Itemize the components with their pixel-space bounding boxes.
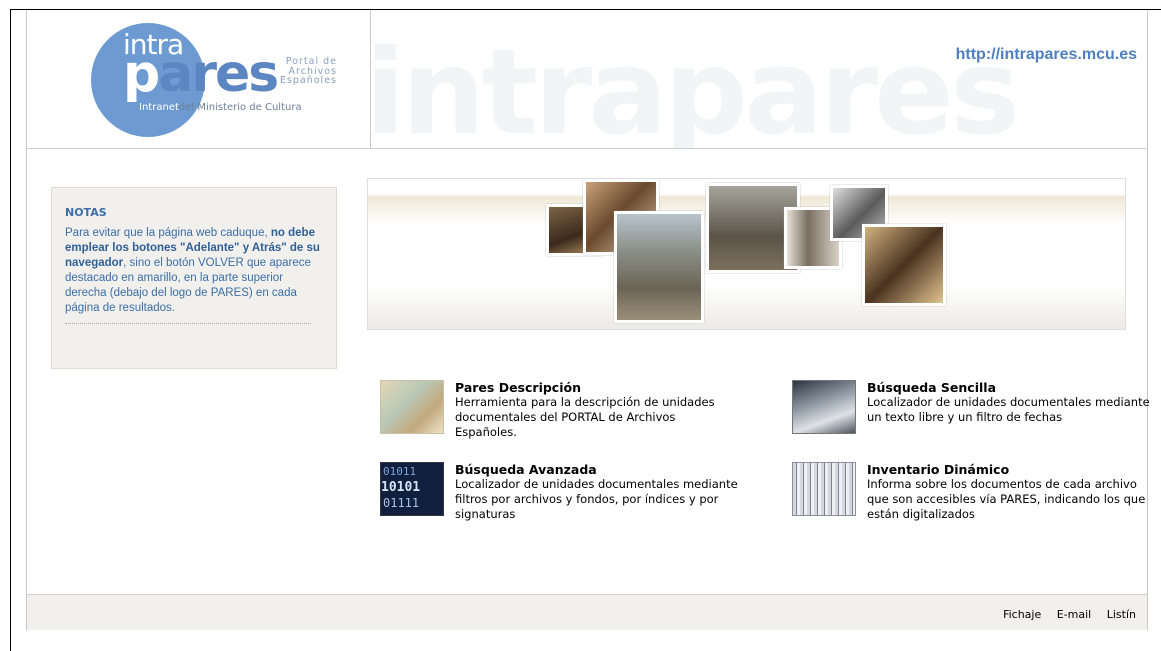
footer-link-listin[interactable]: Listín (1107, 608, 1136, 621)
header-banner: intrapares http://intrapares.mcu.es (371, 10, 1147, 148)
logo-portal-text: Portal de Archivos Españoles (272, 57, 337, 86)
footer-links: Fichaje E-mail Listín (991, 608, 1136, 621)
logo-intranet-text: Intranetdel Ministerio de Cultura (139, 102, 302, 113)
keyboard-thumbnail-icon[interactable] (792, 380, 856, 434)
shelves-thumbnail-icon[interactable] (792, 462, 856, 516)
card-busqueda-sencilla[interactable]: Búsqueda Sencilla Localizador de unidade… (792, 380, 1152, 450)
binary-digits-graphic: 01011 10101 01111 (381, 465, 420, 510)
card-description: Herramienta para la descripción de unida… (455, 395, 715, 439)
svg-text:01011: 01011 (383, 465, 416, 478)
footer-link-email[interactable]: E-mail (1057, 608, 1092, 621)
collage-photo-building (614, 211, 704, 323)
logo-portal-line3: Españoles (279, 75, 337, 86)
binary-thumbnail-icon[interactable]: 01011 10101 01111 (380, 462, 444, 516)
card-pares-descripcion[interactable]: Pares Descripción Herramienta para la de… (380, 380, 740, 450)
logo-pares-rest: ares (158, 44, 279, 104)
card-description: Localizador de unidades documentales med… (455, 477, 738, 521)
notes-text-part1: Para evitar que la página web caduque, (65, 227, 271, 239)
documents-thumbnail-icon[interactable] (380, 380, 444, 434)
card-title[interactable]: Inventario Dinámico (867, 462, 1009, 477)
photo-collage (367, 178, 1126, 330)
page-frame: intra pares Portal de Archivos Españoles… (26, 10, 1150, 630)
svg-text:01111: 01111 (383, 496, 419, 510)
notes-text: Para evitar que la página web caduque, n… (65, 226, 323, 316)
logo-pares-p: p (123, 44, 160, 104)
svg-text:10101: 10101 (381, 480, 420, 495)
logo-intranet-word: Intranet (139, 102, 179, 113)
page-footer: Fichaje E-mail Listín (27, 594, 1147, 630)
card-inventario-dinamico[interactable]: Inventario Dinámico Informa sobre los do… (792, 462, 1152, 532)
card-title[interactable]: Pares Descripción (455, 380, 581, 395)
page-header: intra pares Portal de Archivos Españoles… (27, 10, 1147, 149)
card-busqueda-avanzada[interactable]: 01011 10101 01111 Búsqueda Avanzada Loca… (380, 462, 740, 532)
collage-photo-microscope (862, 224, 946, 306)
logo-ministry-text: del Ministerio de Cultura (178, 102, 302, 113)
card-title[interactable]: Búsqueda Sencilla (867, 380, 996, 395)
footer-link-fichaje[interactable]: Fichaje (1003, 608, 1041, 621)
site-url-link[interactable]: http://intrapares.mcu.es (956, 46, 1137, 64)
logo-area[interactable]: intra pares Portal de Archivos Españoles… (27, 10, 371, 148)
card-description: Informa sobre los documentos de cada arc… (867, 477, 1146, 521)
window-border-left (10, 9, 11, 651)
notes-box: NOTAS Para evitar que la página web cadu… (51, 187, 337, 369)
card-title[interactable]: Búsqueda Avanzada (455, 462, 597, 477)
watermark-text: intrapares (371, 23, 1020, 148)
logo-pares-text: pares (123, 44, 279, 104)
notes-divider (65, 322, 311, 324)
notes-title: NOTAS (65, 206, 107, 219)
card-description: Localizador de unidades documentales med… (867, 395, 1150, 424)
